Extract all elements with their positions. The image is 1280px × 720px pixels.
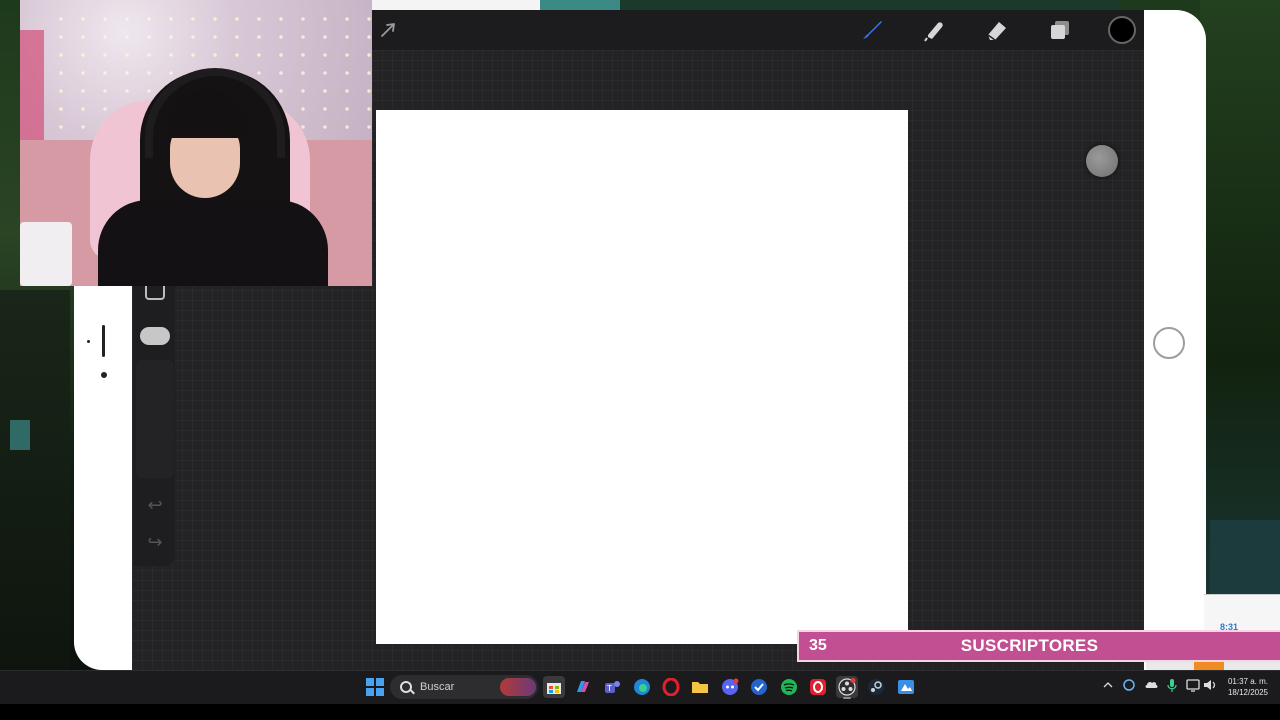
- color-swatch[interactable]: [1108, 16, 1136, 44]
- cup: [20, 222, 72, 286]
- discord-icon[interactable]: [719, 676, 741, 698]
- mark-line: [102, 325, 105, 357]
- spotify-icon[interactable]: [778, 676, 800, 698]
- edge-icon[interactable]: [631, 676, 653, 698]
- screen-bottom-border: [0, 704, 1280, 720]
- brush-icon[interactable]: [858, 16, 886, 44]
- opacity-slider[interactable]: [136, 360, 174, 478]
- home-button[interactable]: [1153, 327, 1185, 359]
- sub-bar-accent: [1194, 662, 1224, 670]
- smudge-icon[interactable]: [921, 16, 949, 44]
- volume-icon[interactable]: [1203, 676, 1217, 697]
- network-icon[interactable]: [1186, 676, 1200, 697]
- subscriber-label: SUSCRIPTORES: [960, 636, 1099, 655]
- active-app-indicator: [843, 697, 851, 699]
- search-box[interactable]: Buscar: [390, 675, 538, 699]
- subscriber-count: 35: [809, 637, 827, 654]
- svg-text:T: T: [606, 684, 612, 693]
- background-block: [540, 0, 620, 10]
- cloud-icon[interactable]: [1144, 676, 1160, 697]
- undo-icon[interactable]: ↩: [144, 496, 166, 516]
- background-window: [1204, 594, 1280, 634]
- background-block: [0, 290, 70, 670]
- layers-icon[interactable]: [1046, 16, 1074, 44]
- opera-icon[interactable]: [660, 676, 682, 698]
- floating-assist-button[interactable]: [1086, 145, 1118, 177]
- mark-dot: [87, 340, 90, 343]
- todo-icon[interactable]: [748, 676, 770, 698]
- clock-date: 18/12/2025: [1227, 688, 1269, 697]
- opera-gx-icon[interactable]: [807, 676, 829, 698]
- mark-dot: [101, 372, 107, 378]
- webcam-overlay: [20, 0, 372, 286]
- app-toolbar: [372, 10, 1144, 50]
- sync-icon[interactable]: [1122, 676, 1136, 697]
- search-highlight-icon: [500, 678, 536, 696]
- background-block: [372, 0, 540, 10]
- store-icon[interactable]: [543, 676, 565, 698]
- subscriber-goal-bar: 35 SUSCRIPTORES: [797, 630, 1280, 662]
- drawing-canvas[interactable]: [376, 110, 908, 644]
- tray-overflow-icon[interactable]: [1102, 676, 1114, 697]
- redo-icon[interactable]: ↪: [144, 533, 166, 553]
- background-block: [1210, 520, 1280, 600]
- steam-icon[interactable]: [865, 676, 887, 698]
- search-icon: [400, 681, 412, 693]
- actions-arrow-icon[interactable]: [374, 16, 402, 44]
- copilot-icon[interactable]: [572, 676, 594, 698]
- start-icon[interactable]: [364, 676, 386, 698]
- taskbar-clock[interactable]: 01:37 a. m. 18/12/2025: [1222, 676, 1274, 698]
- teams-icon[interactable]: T: [601, 676, 623, 698]
- background-block: [10, 420, 30, 450]
- background-block: [620, 0, 1120, 10]
- eraser-icon[interactable]: [983, 16, 1011, 44]
- microphone-icon[interactable]: [1166, 676, 1178, 697]
- clock-time: 01:37 a. m.: [1227, 677, 1269, 686]
- background-block: [1200, 0, 1280, 600]
- search-label: Buscar: [420, 681, 455, 693]
- files-icon[interactable]: [689, 676, 711, 698]
- obs-icon[interactable]: [836, 676, 858, 698]
- size-slider[interactable]: [140, 327, 170, 345]
- sidecar-icon[interactable]: [895, 676, 917, 698]
- streamer-body: [98, 200, 328, 286]
- curtain: [20, 30, 44, 140]
